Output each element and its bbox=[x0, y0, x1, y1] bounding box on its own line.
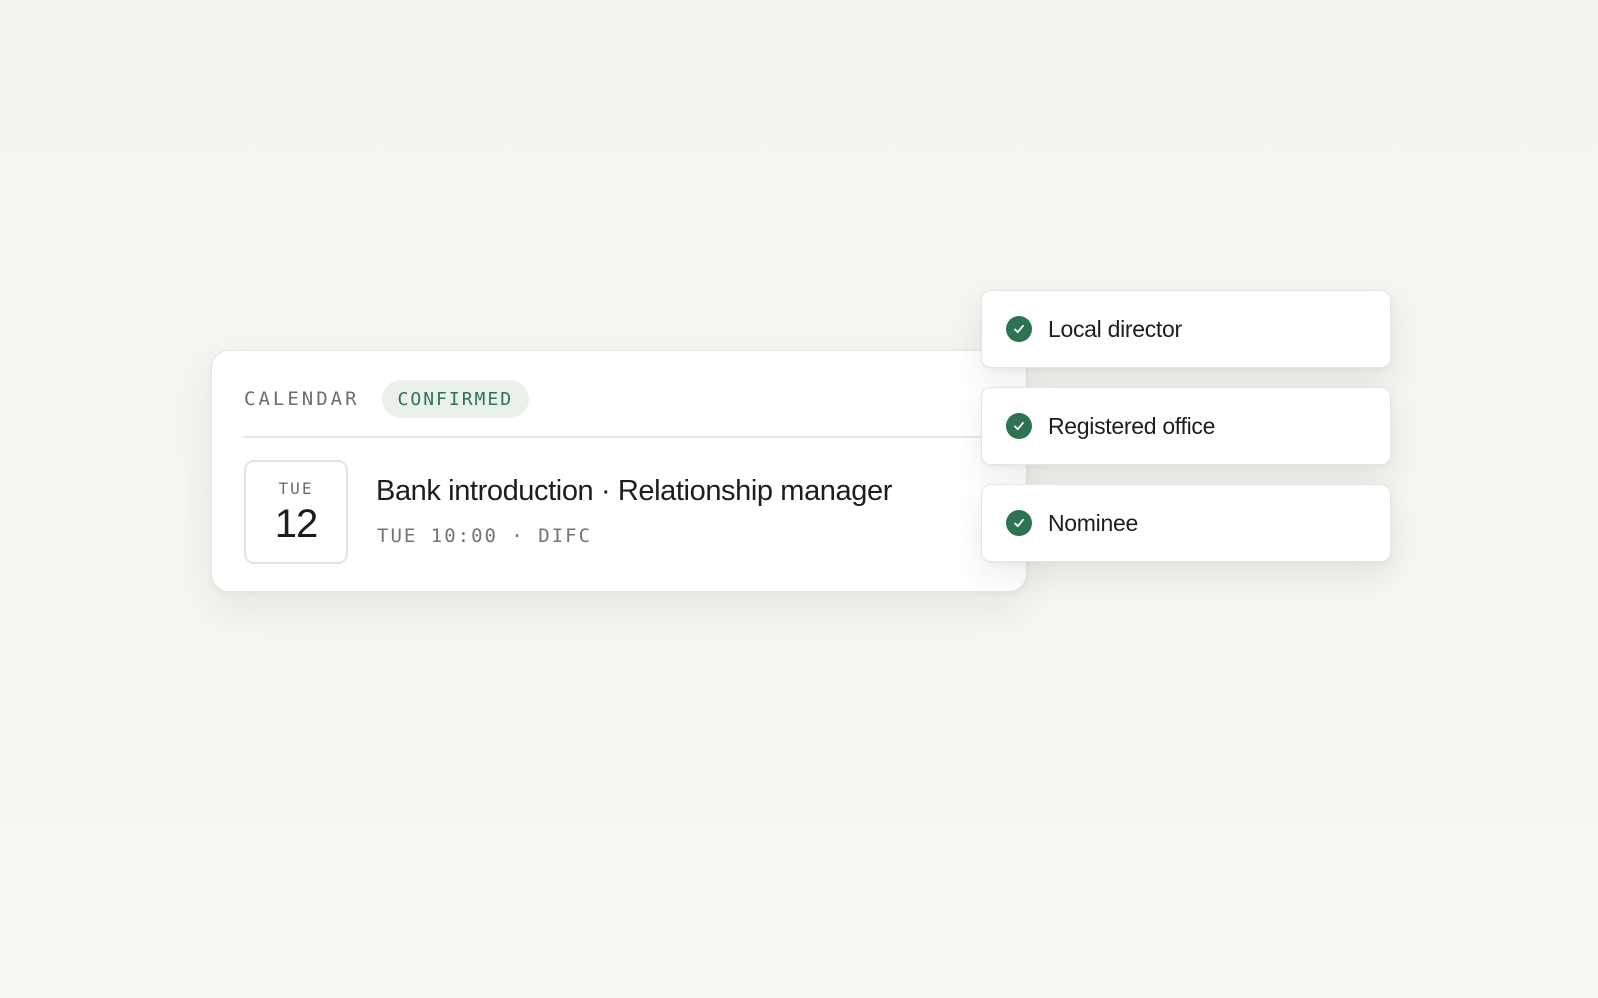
check-circle-icon bbox=[1006, 510, 1032, 536]
date-day: 12 bbox=[274, 502, 318, 546]
event-meta: TUE 10:00 · DIFC bbox=[377, 525, 593, 547]
requirements-checklist: Local director Registered office Nominee bbox=[981, 290, 1391, 581]
checklist-item[interactable]: Local director bbox=[981, 290, 1391, 368]
canvas: CALENDAR CONFIRMED TUE 12 Bank introduct… bbox=[0, 0, 1598, 998]
card-kicker: CALENDAR bbox=[244, 388, 360, 410]
card-header: CALENDAR CONFIRMED bbox=[244, 379, 994, 419]
check-circle-icon bbox=[1006, 413, 1032, 439]
status-badge: CONFIRMED bbox=[381, 380, 530, 418]
divider bbox=[244, 436, 1026, 438]
checklist-item[interactable]: Registered office bbox=[981, 387, 1391, 465]
event-title: Bank introduction · Relationship manager bbox=[376, 475, 892, 507]
date-tile: TUE 12 bbox=[244, 460, 348, 564]
checklist-item-label: Nominee bbox=[1048, 509, 1138, 536]
checklist-item-label: Local director bbox=[1048, 315, 1182, 342]
date-weekday: TUE bbox=[278, 479, 314, 498]
checklist-item[interactable]: Nominee bbox=[981, 484, 1391, 562]
calendar-event-card[interactable]: CALENDAR CONFIRMED TUE 12 Bank introduct… bbox=[211, 350, 1027, 592]
checklist-item-label: Registered office bbox=[1048, 412, 1216, 439]
check-circle-icon bbox=[1006, 316, 1032, 342]
